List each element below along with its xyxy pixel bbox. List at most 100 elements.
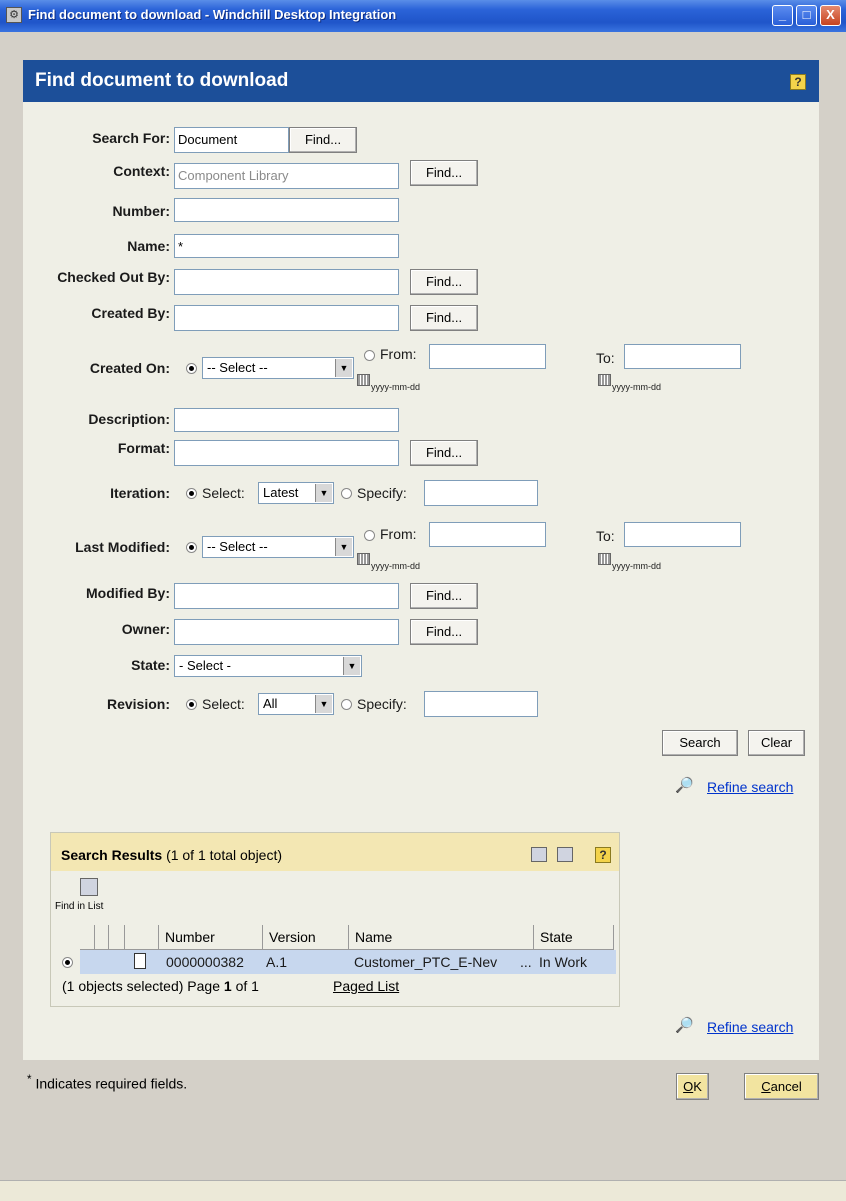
owner-field[interactable] xyxy=(174,619,399,645)
calendar-icon[interactable] xyxy=(357,553,370,565)
calendar-icon[interactable] xyxy=(598,374,611,386)
cancel-button[interactable]: Cancel xyxy=(744,1073,819,1100)
number-field[interactable] xyxy=(174,198,399,222)
iteration-specify-label: Specify: xyxy=(357,485,407,501)
last-modified-from-radio[interactable] xyxy=(364,530,375,541)
cancel-label: ancel xyxy=(770,1079,802,1094)
refine-search-link-bottom[interactable]: Refine search xyxy=(707,1019,793,1035)
column-header-name[interactable]: Name xyxy=(349,925,534,950)
last-modified-from-label: From: xyxy=(380,526,417,542)
search-for-find-button[interactable]: Find... xyxy=(289,127,357,153)
iteration-specify-radio[interactable] xyxy=(341,488,352,499)
last-modified-to-field[interactable] xyxy=(624,522,741,547)
checked-out-by-field[interactable] xyxy=(174,269,399,295)
revision-specify-radio[interactable] xyxy=(341,699,352,710)
table-view-icon[interactable] xyxy=(531,847,547,862)
ok-accelerator: O xyxy=(683,1079,694,1094)
format-field[interactable] xyxy=(174,440,399,466)
chevron-down-icon: ▼ xyxy=(343,657,360,675)
checked-out-by-label: Checked Out By: xyxy=(57,269,170,285)
row-state: In Work xyxy=(539,954,587,970)
close-button[interactable]: X xyxy=(820,5,841,26)
revision-specify-field[interactable] xyxy=(424,691,538,717)
table-header-spacer xyxy=(80,925,95,950)
created-on-select-radio[interactable] xyxy=(186,363,197,374)
column-header-version[interactable]: Version xyxy=(263,925,349,950)
calendar-icon[interactable] xyxy=(598,553,611,565)
find-in-list-icon[interactable] xyxy=(80,878,98,896)
search-button[interactable]: Search xyxy=(662,730,738,756)
row-select-radio[interactable] xyxy=(62,957,73,968)
format-find-button[interactable]: Find... xyxy=(410,440,478,466)
chevron-down-icon: ▼ xyxy=(315,695,332,713)
calendar-icon[interactable] xyxy=(357,374,370,386)
help-icon[interactable]: ? xyxy=(790,74,806,90)
refine-search-link[interactable]: Refine search xyxy=(707,779,793,795)
chevron-down-icon: ▼ xyxy=(335,359,352,377)
page-number: 1 xyxy=(223,978,232,994)
last-modified-label: Last Modified: xyxy=(75,539,170,555)
created-on-from-field[interactable] xyxy=(429,344,546,369)
created-on-to-label: To: xyxy=(596,350,615,366)
table-row[interactable] xyxy=(80,950,616,974)
selected-count: (1 objects selected) xyxy=(62,978,184,994)
state-dropdown[interactable]: - Select - ▼ xyxy=(174,655,362,677)
owner-label: Owner: xyxy=(121,621,170,637)
cancel-accelerator: C xyxy=(761,1079,771,1094)
name-field[interactable]: * xyxy=(174,234,399,258)
last-modified-to-label: To: xyxy=(596,528,615,544)
iteration-dropdown[interactable]: Latest ▼ xyxy=(258,482,334,504)
created-on-from-radio[interactable] xyxy=(364,350,375,361)
find-in-list-label[interactable]: Find in List xyxy=(55,901,103,912)
created-by-find-button[interactable]: Find... xyxy=(410,305,478,331)
state-dropdown-value: - Select - xyxy=(179,658,232,673)
table-header-spacer xyxy=(109,925,125,950)
document-icon xyxy=(134,953,146,969)
context-field[interactable]: Component Library xyxy=(174,163,399,189)
row-number[interactable]: 0000000382 xyxy=(166,951,244,973)
owner-find-button[interactable]: Find... xyxy=(410,619,478,645)
row-name[interactable]: Customer_PTC_E-Nev xyxy=(354,951,497,973)
created-by-field[interactable] xyxy=(174,305,399,331)
checked-out-by-find-button[interactable]: Find... xyxy=(410,269,478,295)
row-version: A.1 xyxy=(266,954,288,970)
modified-by-field[interactable] xyxy=(174,583,399,609)
iteration-specify-field[interactable] xyxy=(424,480,538,506)
created-on-to-date-hint: yyyy-mm-dd xyxy=(612,382,661,392)
page-total: of 1 xyxy=(235,978,259,994)
revision-dropdown[interactable]: All ▼ xyxy=(258,693,334,715)
minimize-button[interactable]: _ xyxy=(772,5,793,26)
search-for-label: Search For: xyxy=(92,130,170,146)
window-title: Find document to download - Windchill De… xyxy=(28,7,397,22)
refine-search-icon: 🔎 xyxy=(675,777,694,794)
window-title-bar: ⚙ Find document to download - Windchill … xyxy=(0,0,846,32)
row-name-ellipsis: ... xyxy=(520,954,532,970)
page-header: Find document to download ? xyxy=(23,60,819,102)
ok-button[interactable]: OK xyxy=(676,1073,709,1100)
last-modified-dropdown[interactable]: -- Select -- ▼ xyxy=(202,536,354,558)
column-header-number[interactable]: Number xyxy=(159,925,263,950)
name-label: Name: xyxy=(127,238,170,254)
refine-search-icon: 🔎 xyxy=(675,1017,694,1034)
format-label: Format: xyxy=(117,440,170,456)
search-for-field[interactable]: Document xyxy=(174,127,289,153)
revision-select-radio[interactable] xyxy=(186,699,197,710)
last-modified-select-radio[interactable] xyxy=(186,542,197,553)
clear-button[interactable]: Clear xyxy=(748,730,805,756)
iteration-select-label: Select: xyxy=(202,485,245,501)
iteration-label: Iteration: xyxy=(110,485,170,501)
revision-label: Revision: xyxy=(106,696,170,712)
maximize-button[interactable]: □ xyxy=(796,5,817,26)
created-on-to-field[interactable] xyxy=(624,344,741,369)
modified-by-find-button[interactable]: Find... xyxy=(410,583,478,609)
results-help-icon[interactable]: ? xyxy=(595,847,611,863)
description-field[interactable] xyxy=(174,408,399,432)
last-modified-from-field[interactable] xyxy=(429,522,546,547)
created-on-dropdown[interactable]: -- Select -- ▼ xyxy=(202,357,354,379)
column-settings-icon[interactable] xyxy=(557,847,573,862)
context-find-button[interactable]: Find... xyxy=(410,160,478,186)
required-note: * Indicates required fields. xyxy=(27,1073,187,1092)
column-header-state[interactable]: State xyxy=(534,925,614,950)
paged-list-link[interactable]: Paged List xyxy=(333,978,399,994)
iteration-select-radio[interactable] xyxy=(186,488,197,499)
